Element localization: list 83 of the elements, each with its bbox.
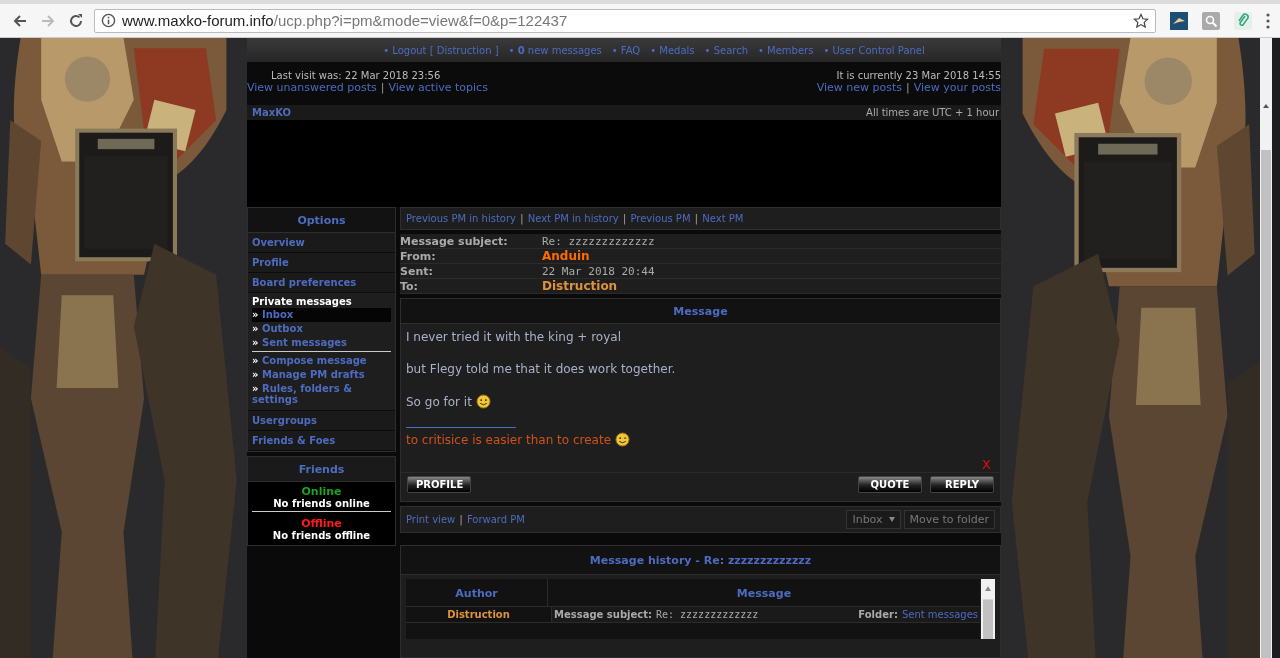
separator-text: | — [459, 513, 463, 526]
field-label: Sent: — [400, 264, 434, 278]
sidebar-subitem[interactable]: » Sent messages — [252, 336, 391, 350]
current-time-text: It is currently 23 Mar 2018 14:55 — [836, 70, 1001, 81]
sidebar-subitem[interactable]: » Rules, folders & settings — [252, 382, 391, 407]
nav-link[interactable]: • Members — [758, 44, 814, 56]
link[interactable]: Next PM in history — [527, 213, 619, 224]
sidebar-item[interactable]: Friends & Foes — [248, 431, 395, 451]
back-icon[interactable] — [12, 12, 28, 29]
sidebar-subitem[interactable]: » Manage PM drafts — [252, 368, 391, 382]
field-label: Message subject: — [400, 234, 509, 248]
timezone-text: All times are UTC + 1 hour — [866, 107, 999, 118]
nav-link[interactable]: • 0 new messages — [508, 44, 602, 56]
field-label: Message subject: — [554, 609, 652, 620]
sidebar-item[interactable]: Usergroups — [248, 411, 395, 431]
separator-text: | — [380, 81, 385, 94]
signature-text: to critisice is easier than to create — [406, 432, 612, 447]
message-text: but Flegy told me that it does work together. — [406, 362, 676, 376]
nav-link[interactable]: • User Control Panel — [823, 44, 925, 56]
field-value: 22 Mar 2018 20:44 — [542, 264, 655, 278]
scrollbar[interactable] — [981, 579, 995, 639]
separator-text: | — [905, 81, 910, 94]
last-visit-text: Last visit was: 22 Mar 2018 23:56 — [271, 70, 442, 81]
nav-link[interactable]: • Search — [704, 44, 748, 56]
panel-title: Options — [248, 208, 395, 233]
section-title: Private messages — [252, 295, 353, 308]
separator-text: | — [622, 212, 627, 225]
username: Distruction — [542, 279, 618, 293]
message-text: So go for it — [406, 394, 472, 409]
nav-link[interactable]: • Medals — [650, 44, 695, 56]
panel-title: Friends — [248, 457, 395, 482]
move-button[interactable]: Move to folder — [903, 510, 995, 529]
star-icon[interactable] — [1133, 12, 1149, 29]
nav-link[interactable]: • Logout [ Distruction ] — [383, 44, 499, 56]
link[interactable]: View your posts — [913, 81, 1001, 94]
field-value: Re: zzzzzzzzzzzzz — [542, 234, 655, 248]
nav-link[interactable]: • FAQ — [611, 44, 641, 56]
folder-link[interactable]: Sent messages — [901, 609, 978, 620]
post-button[interactable]: REPLY — [930, 476, 994, 493]
link[interactable]: Forward PM — [466, 514, 525, 525]
link[interactable]: View unanswered posts — [247, 81, 377, 94]
forum-home-link[interactable]: MaxKO — [252, 107, 291, 118]
friends-status-text: No friends online — [272, 498, 371, 509]
friends-status-label: Online — [300, 484, 343, 498]
message-text: I never tried it with the king + royal — [406, 330, 621, 344]
link[interactable]: Previous PM in history — [406, 213, 516, 224]
sidebar-item[interactable]: Profile — [248, 253, 395, 273]
delete-link[interactable]: X — [982, 457, 991, 472]
column-header: Message — [735, 586, 793, 602]
url-text: www.maxko-forum.info/ucp.php?i=pm&mode=view&f=0&p=122437 — [122, 12, 569, 29]
reload-icon[interactable] — [68, 12, 84, 29]
field-label: From: — [400, 249, 437, 263]
link[interactable]: Print view — [406, 514, 456, 525]
link[interactable]: Previous PM — [630, 213, 691, 224]
link[interactable]: View new posts — [816, 81, 902, 94]
friends-status-text: No friends offline — [271, 530, 372, 541]
panel-title: Message history - Re: zzzzzzzzzzzzz — [401, 546, 1000, 575]
username: Anduin — [542, 249, 590, 263]
menu-icon[interactable] — [1266, 12, 1270, 29]
link[interactable]: Next PM — [702, 213, 744, 224]
caret-icon — [888, 517, 895, 522]
info-icon[interactable] — [101, 13, 116, 28]
field-label: To: — [400, 279, 419, 293]
sidebar-item[interactable]: Overview — [248, 233, 395, 253]
separator-text: | — [519, 212, 524, 225]
field-label: Folder: — [858, 609, 898, 620]
paperclip-icon[interactable] — [1234, 11, 1252, 30]
field-value: Re: zzzzzzzzzzzzz — [655, 609, 759, 620]
address-bar[interactable]: www.maxko-forum.info/ucp.php?i=pm&mode=view&f=0&p=122437 — [94, 8, 1156, 33]
extension-icon[interactable] — [1170, 11, 1188, 30]
folder-select[interactable]: Inbox — [846, 510, 901, 529]
sidebar-subitem[interactable]: » Inbox — [252, 308, 391, 322]
column-header: Author — [406, 579, 548, 606]
post-button[interactable]: QUOTE — [858, 476, 922, 493]
sidebar-subitem[interactable]: » Compose message — [252, 354, 391, 368]
sidebar-subitem[interactable]: » Outbox — [252, 322, 391, 336]
post-button[interactable]: PROFILE — [407, 476, 471, 493]
sidebar-item[interactable]: Board preferences — [248, 273, 395, 293]
panel-title: Message — [401, 299, 1000, 324]
link[interactable]: View active topics — [388, 81, 488, 94]
scrollbar[interactable] — [1260, 38, 1272, 658]
separator-text: | — [694, 212, 699, 225]
friends-status-label: Offline — [300, 516, 343, 530]
